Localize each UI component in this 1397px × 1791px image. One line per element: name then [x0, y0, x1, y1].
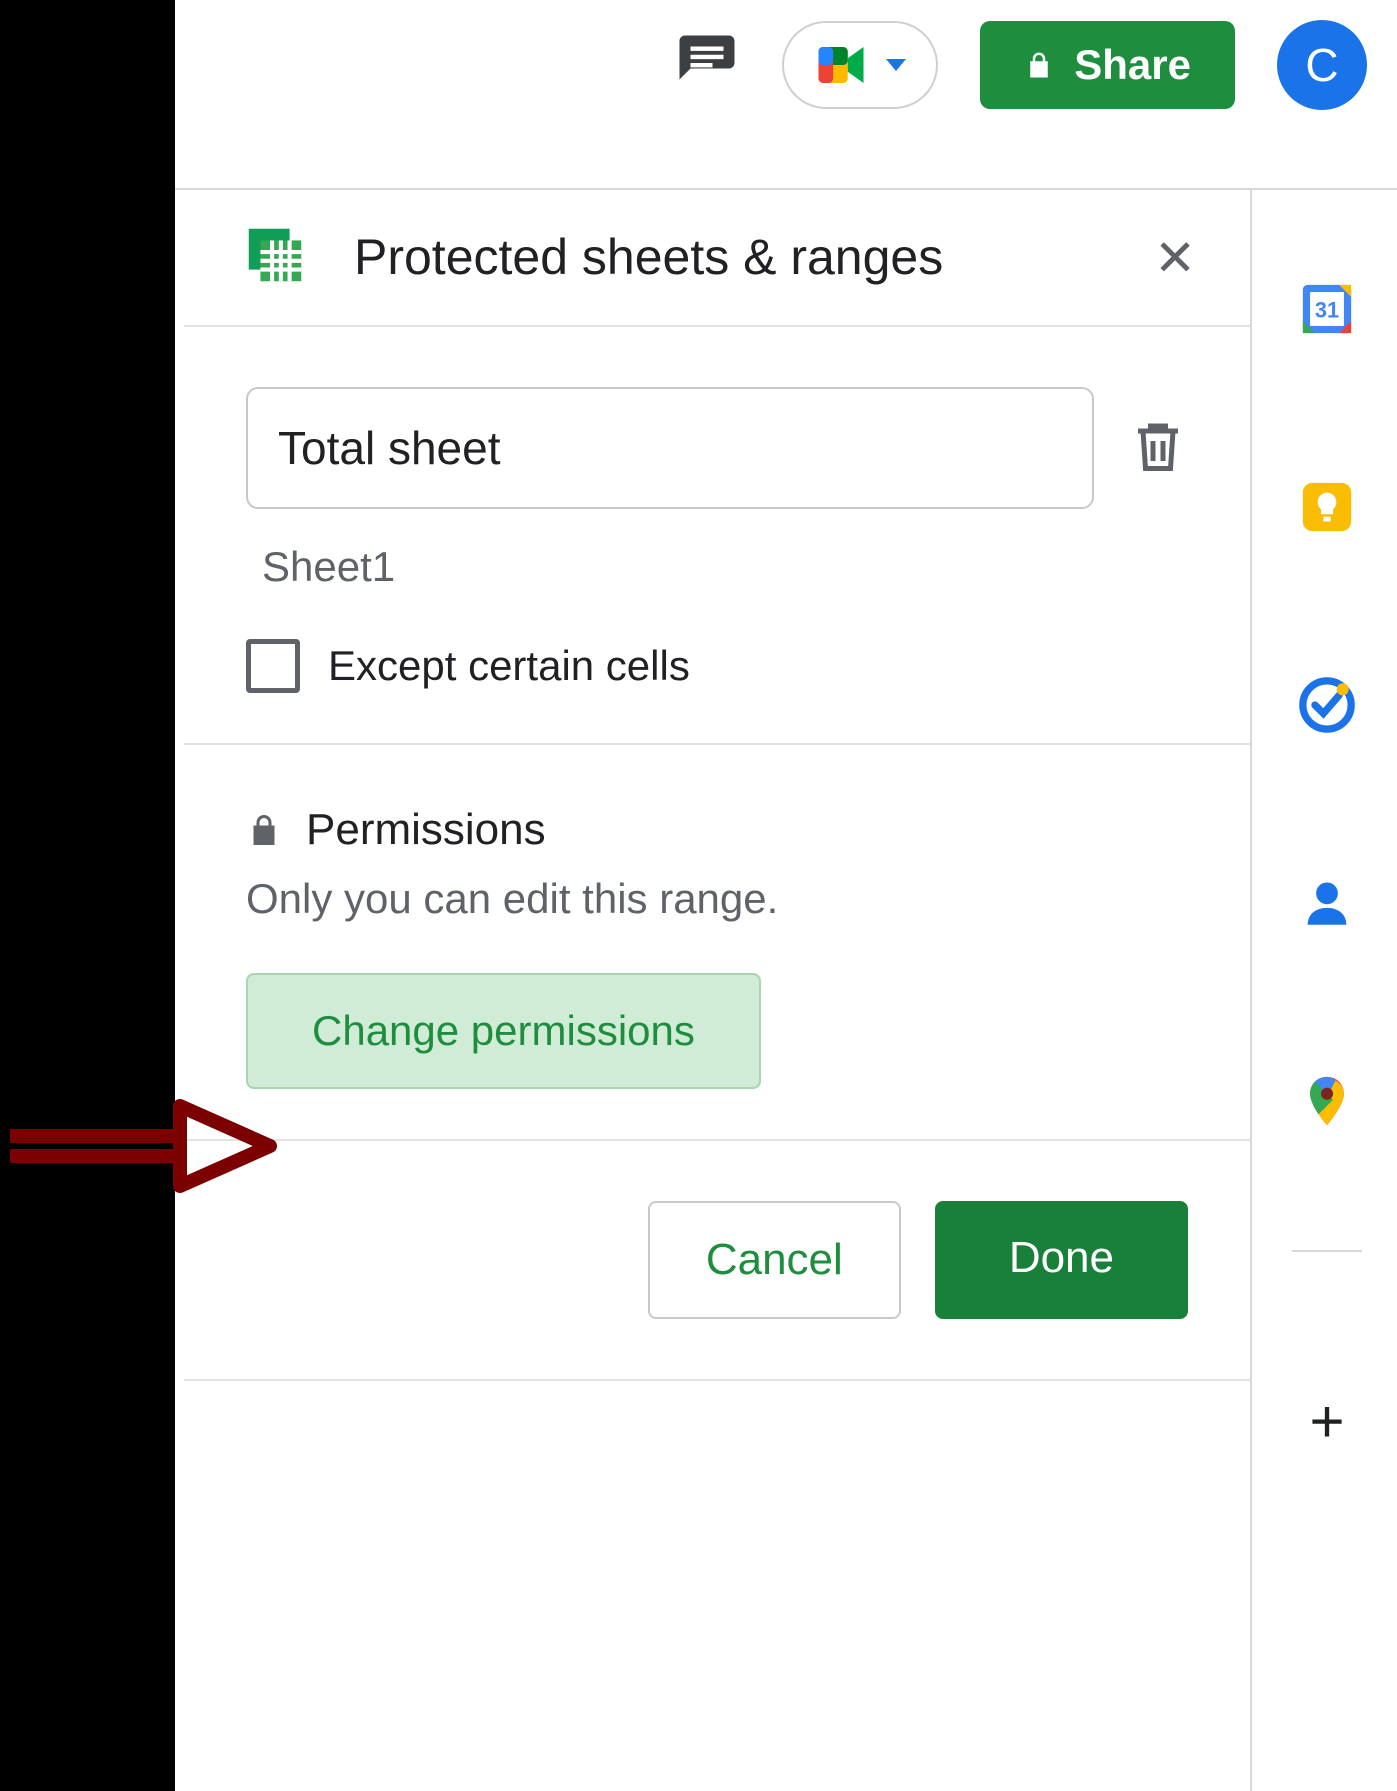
calendar-icon: 31	[1298, 280, 1356, 338]
tasks-button[interactable]	[1298, 676, 1356, 734]
contacts-button[interactable]	[1298, 874, 1356, 932]
cancel-button[interactable]: Cancel	[648, 1201, 901, 1319]
lock-icon	[246, 810, 282, 850]
maps-button[interactable]	[1298, 1072, 1356, 1130]
except-cells-checkbox[interactable]: Except certain cells	[246, 639, 1188, 693]
change-permissions-button[interactable]: Change permissions	[246, 973, 761, 1089]
calendar-button[interactable]: 31	[1298, 280, 1356, 338]
protected-ranges-panel: Protected sheets & ranges ✕ Sheet1 Excep…	[184, 190, 1252, 1791]
tasks-icon	[1298, 676, 1356, 734]
delete-button[interactable]	[1128, 416, 1188, 481]
protection-name-input[interactable]	[246, 387, 1094, 509]
trash-icon	[1128, 416, 1188, 476]
comment-icon	[674, 30, 740, 96]
checkbox-icon	[246, 639, 300, 693]
close-button[interactable]: ✕	[1136, 225, 1214, 291]
chevron-down-icon	[886, 59, 906, 71]
comments-button[interactable]	[674, 30, 740, 101]
google-meet-icon	[814, 38, 868, 92]
permissions-section: Permissions Only you can edit this range…	[184, 745, 1250, 1141]
sheets-icon	[240, 220, 310, 295]
get-addons-button[interactable]: +	[1309, 1392, 1344, 1452]
plus-icon: +	[1309, 1388, 1344, 1455]
panel-footer: Cancel Done	[184, 1141, 1250, 1381]
permissions-description: Only you can edit this range.	[246, 875, 1188, 923]
permissions-heading: Permissions	[306, 805, 546, 855]
done-button[interactable]: Done	[935, 1201, 1188, 1319]
range-section: Sheet1 Except certain cells	[184, 327, 1250, 745]
svg-text:31: 31	[1315, 297, 1339, 322]
person-icon	[1298, 874, 1356, 932]
share-label: Share	[1074, 41, 1191, 89]
share-button[interactable]: Share	[980, 21, 1235, 109]
sub-sheet-label: Sheet1	[246, 543, 1188, 591]
except-cells-label: Except certain cells	[328, 642, 690, 690]
left-black-strip	[0, 0, 175, 1791]
lock-icon	[1024, 48, 1054, 82]
top-bar: Share C	[175, 0, 1397, 190]
meet-button[interactable]	[782, 21, 938, 109]
keep-icon	[1298, 478, 1356, 536]
maps-pin-icon	[1298, 1072, 1356, 1130]
panel-header: Protected sheets & ranges ✕	[184, 190, 1250, 327]
panel-title: Protected sheets & ranges	[354, 229, 1136, 287]
side-addons-rail: 31 +	[1257, 190, 1397, 1791]
account-avatar[interactable]: C	[1277, 20, 1367, 110]
keep-button[interactable]	[1298, 478, 1356, 536]
close-icon: ✕	[1154, 230, 1196, 286]
avatar-initial: C	[1305, 38, 1338, 92]
rail-divider	[1292, 1250, 1362, 1252]
